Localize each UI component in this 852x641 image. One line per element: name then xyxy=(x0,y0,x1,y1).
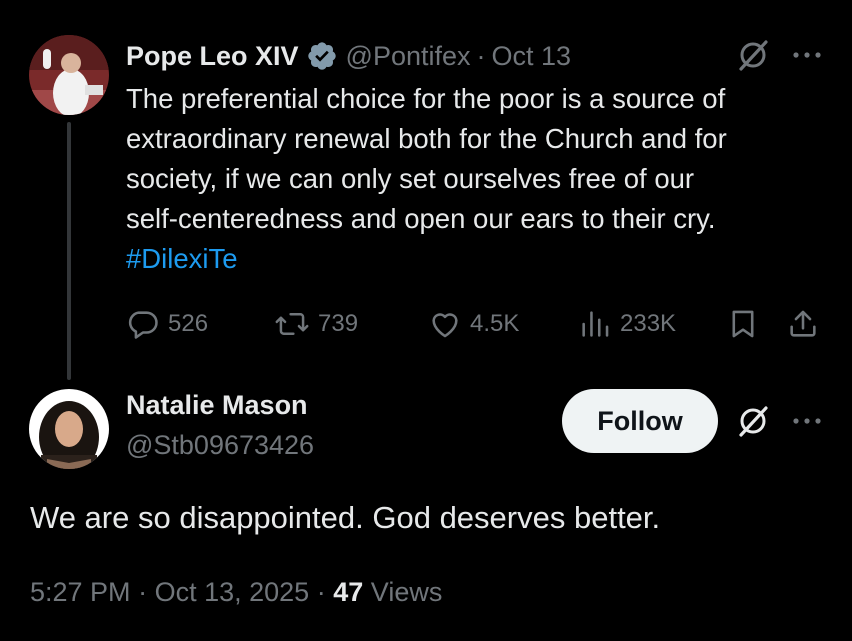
views-icon xyxy=(582,311,609,337)
bookmark-button[interactable] xyxy=(726,302,768,346)
author-handle[interactable]: @Pontifex xyxy=(346,41,471,72)
separator: · xyxy=(476,40,486,71)
reply-author-handle[interactable]: @Stb09673426 xyxy=(126,430,314,461)
pope-avatar[interactable] xyxy=(29,35,109,115)
like-icon xyxy=(432,313,458,338)
parent-tweet[interactable]: Pope Leo XIV @Pontifex · Oct 13 The pref… xyxy=(0,0,852,385)
repost-icon xyxy=(275,313,309,335)
grok-icon[interactable] xyxy=(736,404,770,438)
reply-views-count: 47 xyxy=(333,577,364,607)
reply-tweet-text: We are so disappointed. God deserves bet… xyxy=(30,500,661,535)
tweet-text-line: extraordinary renewal both for the Churc… xyxy=(126,123,727,154)
reply-meta-line: 5:27 PM · Oct 13, 2025 · 47 Views xyxy=(30,577,442,608)
tweet-date[interactable]: Oct 13 xyxy=(492,41,572,72)
separator: · xyxy=(316,577,326,607)
parent-tweet-header: Pope Leo XIV @Pontifex · Oct 13 xyxy=(126,36,571,76)
share-icon xyxy=(790,310,816,337)
like-button[interactable]: 4.5K xyxy=(428,302,519,346)
reply-icon xyxy=(128,311,158,339)
reply-date[interactable]: Oct 13, 2025 xyxy=(155,577,310,607)
tweet-text-line: The preferential choice for the poor is … xyxy=(126,83,726,114)
follow-button[interactable]: Follow xyxy=(562,389,718,453)
views-button[interactable]: 233K xyxy=(578,302,676,346)
view-count: 233K xyxy=(620,310,677,337)
tweet-text-line: self-centeredness and open our ears to t… xyxy=(126,203,716,234)
reply-author-name[interactable]: Natalie Mason xyxy=(126,390,308,421)
separator: · xyxy=(138,577,148,607)
verified-badge-icon xyxy=(306,40,338,72)
parent-tweet-text: The preferential choice for the poor is … xyxy=(126,79,826,279)
reply-button[interactable]: 526 xyxy=(126,302,208,346)
bookmark-icon xyxy=(732,310,754,338)
tweet-text-line: society, if we can only set ourselves fr… xyxy=(126,163,695,194)
reply-views-label: Views xyxy=(370,577,443,607)
tweet-action-bar: 526 739 4.5K 233K xyxy=(126,302,826,346)
hashtag-link[interactable]: #DilexiTe xyxy=(126,239,826,279)
natalie-avatar[interactable] xyxy=(29,389,109,469)
grok-icon[interactable] xyxy=(736,38,770,72)
more-options-icon[interactable] xyxy=(790,411,824,431)
author-display-name[interactable]: Pope Leo XIV xyxy=(126,41,299,72)
reply-time[interactable]: 5:27 PM xyxy=(30,577,131,607)
repost-count: 739 xyxy=(318,310,359,337)
more-options-icon[interactable] xyxy=(790,45,824,65)
thread-connector-line xyxy=(67,122,71,380)
like-count: 4.5K xyxy=(470,310,520,337)
reply-count: 526 xyxy=(168,310,209,337)
repost-button[interactable]: 739 xyxy=(274,302,358,346)
share-button[interactable] xyxy=(786,302,828,346)
